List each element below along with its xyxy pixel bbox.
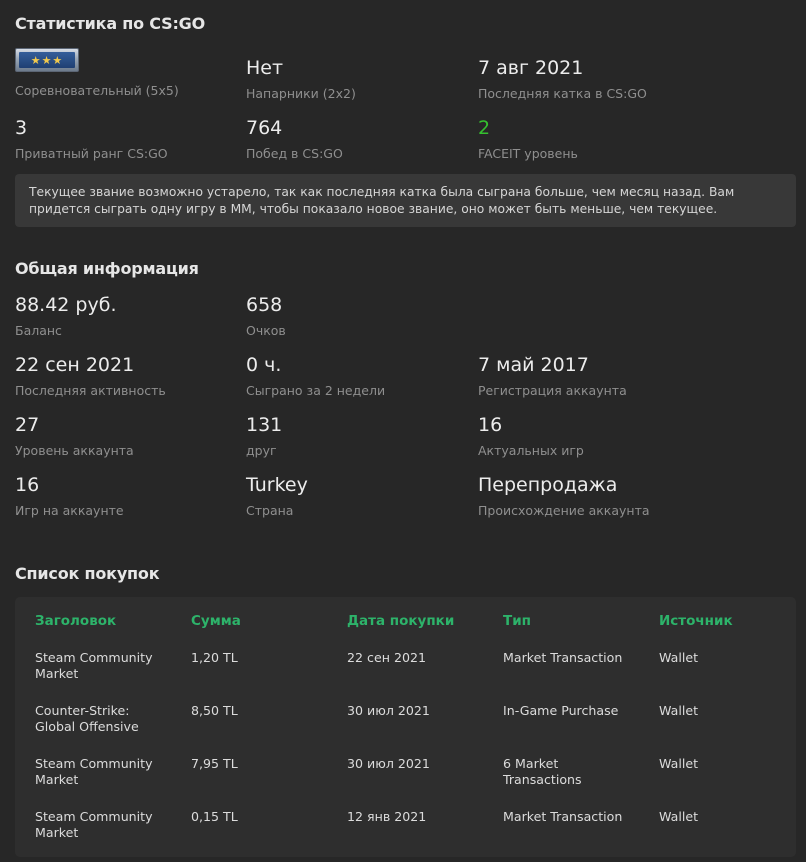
stat-friends: 131 друг	[246, 414, 466, 459]
cell-source: Wallet	[659, 703, 699, 718]
stat-wins: 764 Побед в CS:GO	[246, 117, 466, 162]
stat-label: Приватный ранг CS:GO	[15, 146, 168, 161]
csgo-stats-title: Статистика по CS:GO	[15, 14, 206, 33]
stat-label: Очков	[246, 323, 286, 338]
cell-type: Market Transaction	[503, 809, 623, 824]
stat-label: Регистрация аккаунта	[478, 383, 627, 398]
stat-label: Происхождение аккаунта	[478, 503, 650, 518]
column-header-sum: Сумма	[191, 613, 241, 629]
cell-date: 12 янв 2021	[347, 809, 427, 824]
stat-value: 16	[478, 414, 503, 436]
stat-private-rank: 3 Приватный ранг CS:GO	[15, 117, 235, 162]
stat-value: 131	[246, 414, 283, 436]
stat-value: 2	[478, 117, 491, 139]
stat-label: Побед в CS:GO	[246, 146, 343, 161]
purchases-title: Список покупок	[15, 564, 160, 583]
stat-value: Turkey	[246, 474, 308, 496]
cell-date: 22 сен 2021	[347, 650, 426, 665]
cell-type: In-Game Purchase	[503, 703, 619, 718]
stat-label: FACEIT уровень	[478, 146, 578, 161]
stat-wingman: Нет Напарники (2x2)	[246, 57, 466, 102]
csgo-rank-gold-nova-icon: ★★★	[15, 48, 79, 72]
stat-country: Turkey Страна	[246, 474, 466, 519]
stat-label: Напарники (2x2)	[246, 86, 356, 101]
stat-played-two-weeks: 0 ч. Сыграно за 2 недели	[246, 354, 466, 399]
column-header-date: Дата покупки	[347, 613, 455, 629]
stat-label: Сыграно за 2 недели	[246, 383, 386, 398]
stat-relevant-games: 16 Актуальных игр	[478, 414, 698, 459]
cell-type: 6 Market Transactions	[503, 756, 582, 787]
stat-label: Соревновательный (5x5)	[15, 83, 179, 98]
stat-registration: 7 май 2017 Регистрация аккаунта	[478, 354, 698, 399]
cell-type: Market Transaction	[503, 650, 623, 665]
stat-competitive-rank: ★★★ Соревновательный (5x5)	[15, 48, 235, 99]
stat-account-level: 27 Уровень аккаунта	[15, 414, 235, 459]
stat-value: Перепродажа	[478, 474, 618, 496]
stat-value: Нет	[246, 57, 284, 79]
purchases-table: Заголовок Сумма Дата покупки Тип Источни…	[15, 597, 796, 857]
table-row: Steam Community Market 1,20 TL 22 сен 20…	[15, 650, 796, 703]
cell-title: Steam Community Market	[35, 809, 153, 840]
stat-points: 658 Очков	[246, 294, 466, 339]
stat-label: Баланс	[15, 323, 62, 338]
stat-value: 0 ч.	[246, 354, 282, 376]
stat-label: Последняя катка в CS:GO	[478, 86, 647, 101]
cell-title: Steam Community Market	[35, 756, 153, 787]
stat-value: 16	[15, 474, 40, 496]
stat-value: 27	[15, 414, 40, 436]
stat-account-origin: Перепродажа Происхождение аккаунта	[478, 474, 698, 519]
rank-outdated-notice: Текущее звание возможно устарело, так ка…	[15, 174, 796, 227]
cell-sum: 0,15 TL	[191, 809, 238, 824]
stat-label: Страна	[246, 503, 294, 518]
stat-value: 3	[15, 117, 28, 139]
cell-source: Wallet	[659, 756, 699, 771]
cell-source: Wallet	[659, 809, 699, 824]
cell-title: Counter-Strike: Global Offensive	[35, 703, 139, 734]
stat-label: Уровень аккаунта	[15, 443, 134, 458]
stat-last-activity: 22 сен 2021 Последняя активность	[15, 354, 235, 399]
stat-value: 764	[246, 117, 283, 139]
stat-label: Актуальных игр	[478, 443, 584, 458]
stat-balance: 88.42 руб. Баланс	[15, 294, 235, 339]
cell-source: Wallet	[659, 650, 699, 665]
cell-date: 30 июл 2021	[347, 756, 430, 771]
cell-date: 30 июл 2021	[347, 703, 430, 718]
stat-value: 658	[246, 294, 283, 316]
table-row: Steam Community Market 0,15 TL 12 янв 20…	[15, 809, 796, 862]
column-header-title: Заголовок	[35, 613, 117, 629]
stat-label: друг	[246, 443, 277, 458]
stat-value: 88.42 руб.	[15, 294, 117, 316]
stat-label: Игр на аккаунте	[15, 503, 124, 518]
stat-value: 7 май 2017	[478, 354, 589, 376]
column-header-source: Источник	[659, 613, 733, 629]
cell-sum: 1,20 TL	[191, 650, 238, 665]
cell-title: Steam Community Market	[35, 650, 153, 681]
cell-sum: 8,50 TL	[191, 703, 238, 718]
stat-games-count: 16 Игр на аккаунте	[15, 474, 235, 519]
table-row: Counter-Strike: Global Offensive 8,50 TL…	[15, 703, 796, 756]
cell-sum: 7,95 TL	[191, 756, 238, 771]
stat-label: Последняя активность	[15, 383, 166, 398]
general-info-title: Общая информация	[15, 259, 199, 278]
stat-value: 7 авг 2021	[478, 57, 584, 79]
column-header-type: Тип	[503, 613, 531, 629]
table-row: Steam Community Market 7,95 TL 30 июл 20…	[15, 756, 796, 809]
stat-faceit-level: 2 FACEIT уровень	[478, 117, 698, 162]
stat-last-match: 7 авг 2021 Последняя катка в CS:GO	[478, 57, 698, 102]
stat-value: 22 сен 2021	[15, 354, 135, 376]
